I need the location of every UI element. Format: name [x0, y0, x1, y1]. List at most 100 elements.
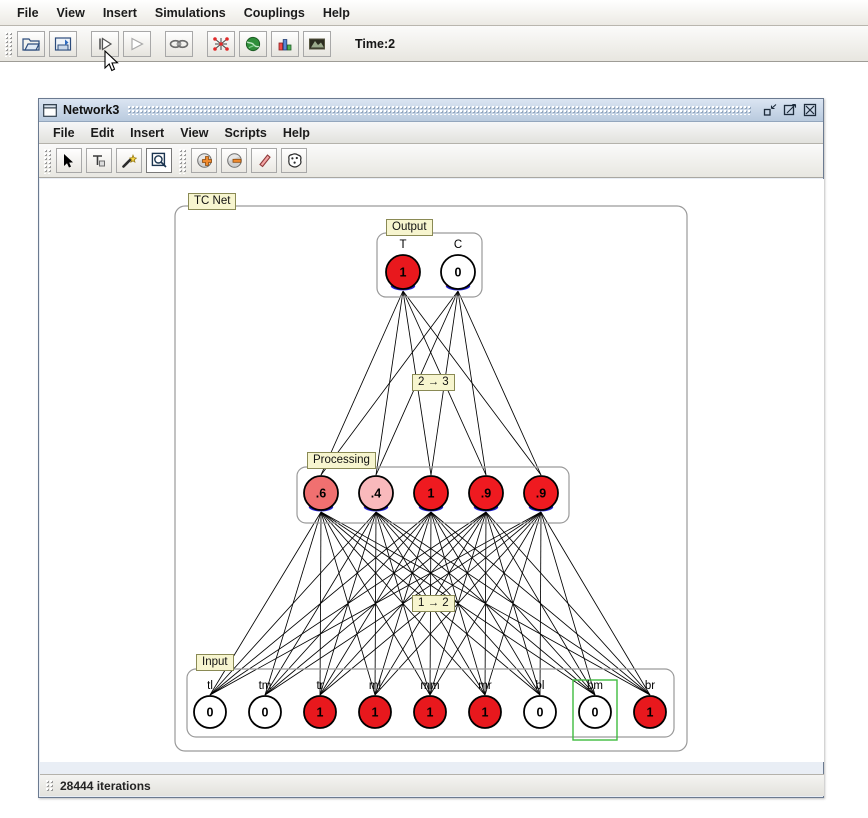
- randomize-button[interactable]: [281, 148, 307, 173]
- app-menu-help[interactable]: Help: [314, 3, 359, 23]
- window-icon: [43, 103, 57, 117]
- node-label-tr: tr: [316, 680, 324, 692]
- maximize-button[interactable]: [782, 102, 799, 118]
- zoom-select-tool-button[interactable]: [146, 148, 172, 173]
- node-value: 1: [317, 706, 324, 720]
- minimize-button[interactable]: [762, 102, 779, 118]
- toolbar-drag-handle[interactable]: [4, 30, 12, 57]
- save-file-button[interactable]: [49, 30, 77, 57]
- app-menu-bar: File View Insert Simulations Couplings H…: [0, 0, 868, 26]
- network-button[interactable]: [207, 30, 235, 57]
- network-diagram[interactable]: 1 0 .6 .4 1 .9 .9 0 0 1 1 1 1 0 0 1: [40, 179, 824, 762]
- eraser-icon: [256, 152, 273, 169]
- app-menu-file[interactable]: File: [8, 3, 48, 23]
- node-value: .4: [371, 487, 381, 501]
- console-icon: [308, 36, 326, 52]
- node-mm[interactable]: 1: [413, 695, 447, 729]
- window-menu-bar: File Edit Insert View Scripts Help: [39, 122, 823, 144]
- node-T[interactable]: 1: [385, 254, 421, 291]
- window-menu-help[interactable]: Help: [275, 124, 318, 142]
- window-menu-scripts[interactable]: Scripts: [216, 124, 274, 142]
- add-node-button[interactable]: [191, 148, 217, 173]
- window-menu-view[interactable]: View: [172, 124, 216, 142]
- window-menu-edit[interactable]: Edit: [83, 124, 123, 142]
- node-1[interactable]: 1: [413, 475, 449, 512]
- console-button[interactable]: [303, 30, 331, 57]
- chart-button[interactable]: [271, 30, 299, 57]
- network-canvas[interactable]: 1 0 .6 .4 1 .9 .9 0 0 1 1 1 1 0 0 1 TC Net Output Process…: [40, 179, 824, 762]
- node-ml[interactable]: 1: [358, 695, 392, 729]
- app-menu-simulations[interactable]: Simulations: [146, 3, 235, 23]
- node-value: .9: [536, 487, 546, 501]
- bar-chart-icon: [276, 36, 294, 52]
- open-file-button[interactable]: [17, 30, 45, 57]
- node-label-T: T: [399, 239, 407, 251]
- remove-node-button[interactable]: [221, 148, 247, 173]
- connection-label-1[interactable]: 2 → 3: [412, 374, 455, 391]
- node-value: 0: [592, 706, 599, 720]
- step-run-button[interactable]: [91, 30, 119, 57]
- world-button[interactable]: [239, 30, 267, 57]
- connection-label-2[interactable]: 1 → 2: [412, 595, 455, 612]
- edge-processing-output[interactable]: [320, 290, 404, 476]
- node-value: 0: [455, 266, 462, 280]
- link-button[interactable]: [165, 30, 193, 57]
- node-mr[interactable]: 1: [468, 695, 502, 729]
- node-label-bl: bl: [535, 680, 545, 692]
- iteration-count-label: 28444 iterations: [60, 778, 151, 793]
- node-value: 1: [428, 487, 435, 501]
- network-title-tag[interactable]: TC Net: [188, 193, 237, 210]
- globe-icon: [244, 36, 262, 52]
- link-icon: [169, 37, 189, 51]
- node-label-mr: mr: [478, 680, 492, 692]
- window-title-bar[interactable]: Network3: [39, 99, 823, 122]
- node-tm[interactable]: 0: [248, 695, 282, 729]
- node-C[interactable]: 0: [440, 254, 476, 291]
- edge-input-processing[interactable]: [264, 511, 322, 696]
- window-menu-insert[interactable]: Insert: [122, 124, 172, 142]
- layer-tag-processing[interactable]: Processing: [307, 452, 376, 469]
- edge-input-processing[interactable]: [319, 511, 322, 696]
- randomize-icon: [286, 152, 303, 169]
- edge-input-processing[interactable]: [540, 511, 651, 696]
- window-toolbar-drag-handle[interactable]: [43, 147, 51, 174]
- node-value: .9: [481, 487, 491, 501]
- app-menu-insert[interactable]: Insert: [94, 3, 146, 23]
- magic-wand-button[interactable]: [116, 148, 142, 173]
- play-run-icon: [128, 36, 146, 52]
- edge-processing-output[interactable]: [457, 290, 542, 476]
- node-.9[interactable]: .9: [468, 475, 504, 512]
- text-tool-button[interactable]: [86, 148, 112, 173]
- node-value: 1: [482, 706, 489, 720]
- node-.9[interactable]: .9: [523, 475, 559, 512]
- window-menu-file[interactable]: File: [45, 124, 83, 142]
- title-bar-texture: [127, 105, 751, 115]
- edge-processing-output[interactable]: [375, 290, 404, 476]
- node-value: .6: [316, 487, 326, 501]
- edge-input-processing[interactable]: [320, 511, 486, 696]
- node-br[interactable]: 1: [633, 695, 667, 729]
- step-run-icon: [96, 36, 114, 52]
- node-tr[interactable]: 1: [303, 695, 337, 729]
- app-menu-couplings[interactable]: Couplings: [235, 3, 314, 23]
- edge-input-processing[interactable]: [320, 511, 596, 696]
- edge-input-processing[interactable]: [485, 511, 651, 696]
- window-toolbar-drag-handle-2[interactable]: [178, 147, 186, 174]
- node-.6[interactable]: .6: [303, 475, 339, 512]
- edge-input-processing[interactable]: [320, 511, 376, 696]
- eraser-button[interactable]: [251, 148, 277, 173]
- node-bl[interactable]: 0: [523, 695, 557, 729]
- node-.4[interactable]: .4: [358, 475, 394, 512]
- node-value: 0: [262, 706, 269, 720]
- node-tl[interactable]: 0: [193, 695, 227, 729]
- play-run-button[interactable]: [123, 30, 151, 57]
- layer-tag-input[interactable]: Input: [196, 654, 234, 671]
- app-menu-view[interactable]: View: [48, 3, 94, 23]
- save-file-icon: [54, 36, 72, 52]
- node-label-mm: mm: [420, 680, 440, 692]
- node-value: 1: [427, 706, 434, 720]
- node-label-bm: bm: [587, 680, 603, 692]
- close-button[interactable]: [802, 102, 819, 118]
- select-tool-button[interactable]: [56, 148, 82, 173]
- layer-tag-output[interactable]: Output: [386, 219, 433, 236]
